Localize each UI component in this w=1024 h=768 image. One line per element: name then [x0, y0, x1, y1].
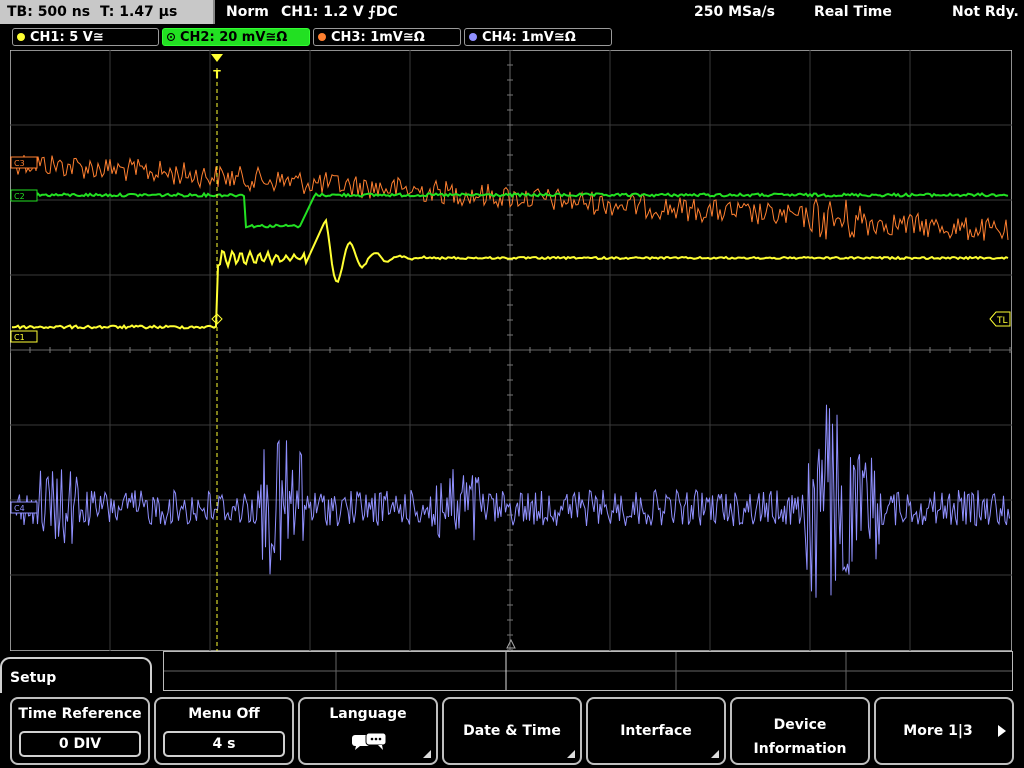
trigger-time-value: T: 1.47 µs — [100, 4, 178, 20]
device-information-line1: Device — [773, 717, 827, 733]
ch2-dot-icon — [167, 33, 175, 41]
more-label: More 1|3 — [903, 723, 973, 739]
timeline-overview — [163, 651, 1013, 691]
date-time-label: Date & Time — [463, 723, 561, 739]
time-reference-label: Time Reference — [18, 706, 142, 722]
trigger-slope: ⨍DC — [368, 4, 398, 20]
menu-title-tab: Setup — [0, 657, 152, 697]
channel-tab-ch2[interactable]: CH2: 20 mV≅Ω — [162, 28, 310, 46]
c4-marker-label: C4 — [14, 504, 25, 513]
menu-off-button[interactable]: Menu Off 4 s — [154, 697, 294, 765]
ch3-label: CH3: 1mV≅Ω — [331, 30, 425, 45]
time-reference-value[interactable]: 0 DIV — [19, 731, 141, 757]
c2-marker[interactable]: C2 — [10, 189, 38, 202]
waveform-display[interactable]: T C3 C2 C1 C4 TL — [10, 50, 1012, 651]
sample-rate: 250 MSa/s — [694, 4, 776, 20]
status-bar: TB: 500 ns T: 1.47 µs Norm CH1: 1.2 V ⨍D… — [0, 0, 1024, 26]
run-state: Not Rdy. — [952, 4, 1019, 20]
c1-marker-label: C1 — [14, 333, 25, 342]
device-information-button[interactable]: Device Information — [730, 697, 870, 765]
time-reference-button[interactable]: Time Reference 0 DIV — [10, 697, 150, 765]
more-button[interactable]: More 1|3 — [874, 697, 1014, 765]
submenu-indicator-icon — [423, 750, 431, 758]
timebase-box[interactable]: TB: 500 ns T: 1.47 µs — [0, 0, 215, 24]
language-button[interactable]: Language — [298, 697, 438, 765]
c3-marker[interactable]: C3 — [10, 156, 38, 169]
language-label: Language — [329, 706, 407, 722]
trigger-position-label: T — [213, 68, 221, 81]
menu-title: Setup — [10, 670, 57, 686]
ch1-label: CH1: 5 V≅ — [30, 30, 104, 45]
ch2-label: CH2: 20 mV≅Ω — [180, 30, 288, 45]
c1-marker[interactable]: C1 — [10, 330, 38, 343]
c2-marker-label: C2 — [14, 192, 25, 201]
channel-tab-ch4[interactable]: CH4: 1mV≅Ω — [464, 28, 612, 46]
ch3-dot-icon — [318, 33, 326, 41]
trigger-level-label: TL — [996, 316, 1008, 326]
channel-tab-ch3[interactable]: CH3: 1mV≅Ω — [313, 28, 461, 46]
interface-button[interactable]: Interface — [586, 697, 726, 765]
submenu-indicator-icon — [711, 750, 719, 758]
interface-label: Interface — [620, 723, 692, 739]
next-page-arrow-icon — [998, 725, 1006, 737]
c4-marker[interactable]: C4 — [10, 501, 38, 514]
acquisition-mode: Real Time — [814, 4, 892, 20]
ch4-dot-icon — [469, 33, 477, 41]
timeline-grid — [164, 652, 1012, 690]
timebase-value: TB: 500 ns — [7, 4, 91, 20]
date-time-button[interactable]: Date & Time — [442, 697, 582, 765]
speech-bubbles-icon — [352, 732, 387, 750]
channel-tab-ch1[interactable]: CH1: 5 V≅ — [12, 28, 159, 46]
submenu-indicator-icon — [567, 750, 575, 758]
ch4-label: CH4: 1mV≅Ω — [482, 30, 576, 45]
menu-off-value[interactable]: 4 s — [163, 731, 285, 757]
ch1-dot-icon — [17, 33, 25, 41]
trigger-source[interactable]: CH1: 1.2 V — [281, 0, 364, 24]
c3-marker-label: C3 — [14, 159, 25, 168]
menu-off-label: Menu Off — [188, 706, 260, 722]
trigger-mode[interactable]: Norm — [226, 0, 269, 24]
device-information-line2: Information — [753, 741, 847, 757]
